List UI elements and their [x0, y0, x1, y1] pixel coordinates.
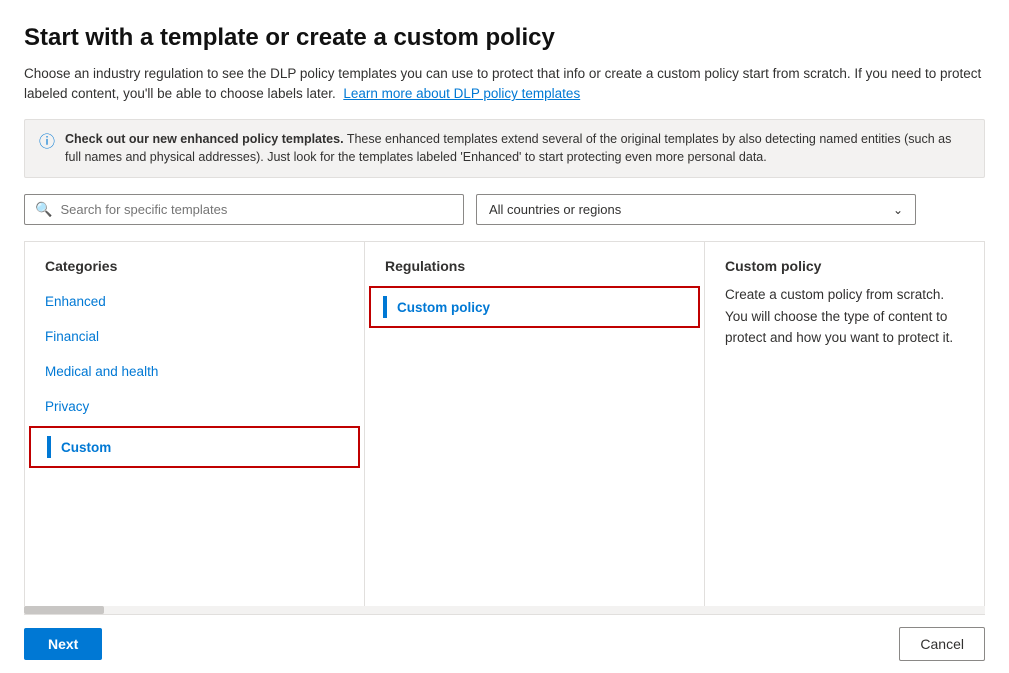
next-button[interactable]: Next — [24, 628, 102, 660]
content-area: Categories Enhanced Financial Medical an… — [24, 241, 985, 606]
regulation-label-custom: Custom policy — [397, 300, 490, 315]
scrollbar-thumb[interactable] — [24, 606, 104, 614]
banner-text: Check out our new enhanced policy templa… — [65, 130, 970, 168]
custom-policy-panel: Custom policy Create a custom policy fro… — [705, 242, 984, 606]
region-dropdown[interactable]: All countries or regions ⌄ — [476, 194, 916, 225]
info-icon: ⓘ — [39, 131, 55, 155]
regulations-panel: Regulations Custom policy — [365, 242, 705, 606]
selected-bar-icon — [47, 436, 51, 458]
scrollbar-row — [24, 606, 985, 614]
search-icon: 🔍 — [35, 201, 52, 218]
category-label-financial: Financial — [45, 329, 99, 344]
category-label-privacy: Privacy — [45, 399, 89, 414]
category-label-enhanced: Enhanced — [45, 294, 106, 309]
chevron-down-icon: ⌄ — [893, 203, 903, 217]
page-description: Choose an industry regulation to see the… — [24, 64, 984, 105]
regulations-header: Regulations — [365, 258, 704, 284]
regulation-item-custom-policy[interactable]: Custom policy — [369, 286, 700, 328]
category-item-enhanced[interactable]: Enhanced — [25, 284, 364, 319]
category-item-custom[interactable]: Custom — [29, 426, 360, 468]
search-box[interactable]: 🔍 — [24, 194, 464, 225]
selected-regulation-bar-icon — [383, 296, 387, 318]
cancel-button[interactable]: Cancel — [899, 627, 985, 661]
category-label-medical: Medical and health — [45, 364, 158, 379]
filters-row: 🔍 All countries or regions ⌄ — [24, 194, 985, 225]
page-title: Start with a template or create a custom… — [24, 24, 985, 52]
custom-policy-description: Create a custom policy from scratch. You… — [725, 284, 964, 349]
custom-policy-header: Custom policy — [725, 258, 964, 284]
dropdown-value: All countries or regions — [489, 202, 621, 217]
search-input[interactable] — [60, 202, 453, 217]
footer-bar: Next Cancel — [24, 614, 985, 673]
category-item-privacy[interactable]: Privacy — [25, 389, 364, 424]
category-label-custom: Custom — [61, 440, 111, 455]
categories-header: Categories — [25, 258, 364, 284]
learn-more-link[interactable]: Learn more about DLP policy templates — [343, 86, 580, 101]
category-item-financial[interactable]: Financial — [25, 319, 364, 354]
info-banner: ⓘ Check out our new enhanced policy temp… — [24, 119, 985, 179]
category-item-medical[interactable]: Medical and health — [25, 354, 364, 389]
categories-panel: Categories Enhanced Financial Medical an… — [25, 242, 365, 606]
